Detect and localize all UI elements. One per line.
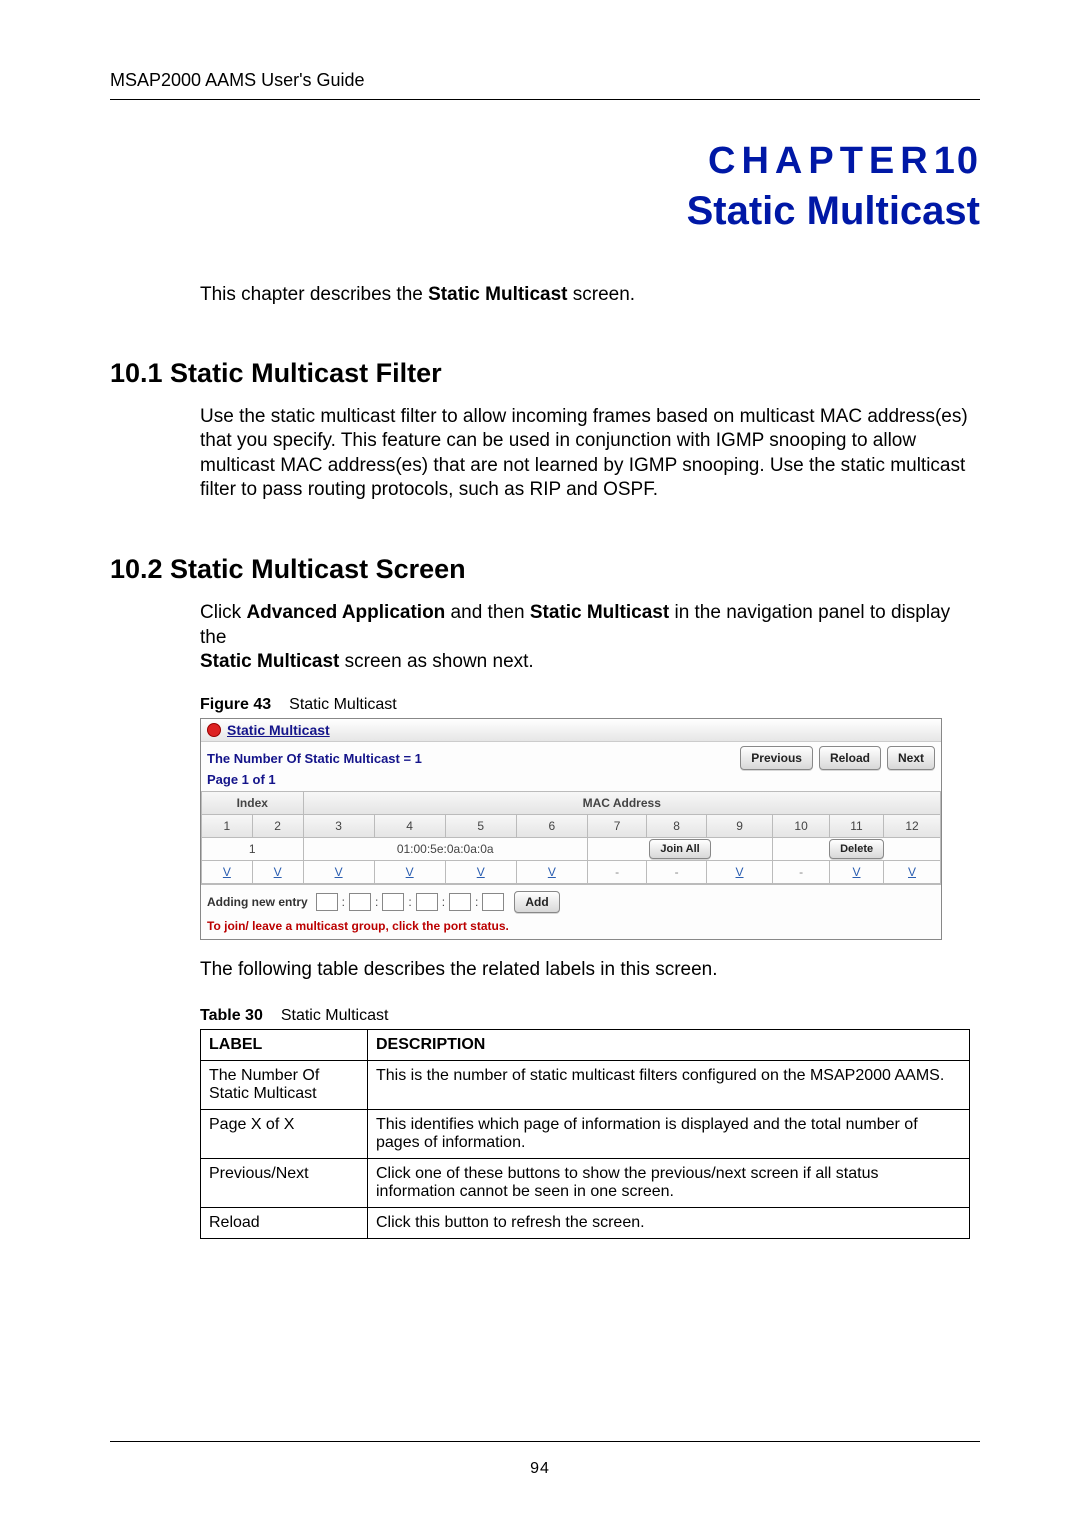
table-caption: Table 30 Static Multicast xyxy=(200,1007,980,1025)
grid-header-mac: MAC Address xyxy=(303,792,940,815)
figure-text: Static Multicast xyxy=(289,696,397,713)
port-12-status[interactable]: V xyxy=(884,861,941,884)
footer-rule xyxy=(110,1441,980,1442)
row-0-label: The Number Of Static Multicast xyxy=(201,1060,368,1109)
delete-button[interactable]: Delete xyxy=(829,839,884,859)
col-5: 5 xyxy=(445,815,516,838)
s2-l2-b: Static Multicast xyxy=(200,651,339,672)
port-3-status[interactable]: V xyxy=(303,861,374,884)
table-row: The Number Of Static Multicast This is t… xyxy=(201,1060,970,1109)
running-head: MSAP2000 AAMS User's Guide xyxy=(110,70,980,100)
reload-button[interactable]: Reload xyxy=(819,746,881,770)
port-11-status[interactable]: V xyxy=(829,861,883,884)
row-2-label: Previous/Next xyxy=(201,1158,368,1207)
row-index: 1 xyxy=(202,838,304,861)
chapter-label: CHAPTER xyxy=(708,140,934,182)
add-entry-label: Adding new entry xyxy=(207,895,308,909)
multicast-count: The Number Of Static Multicast = 1 xyxy=(207,751,422,766)
table-row: Reload Click this button to refresh the … xyxy=(201,1207,970,1238)
port-5-status[interactable]: V xyxy=(445,861,516,884)
chapter-number: 10 xyxy=(934,140,980,182)
s2-l2-post: screen as shown next. xyxy=(339,651,533,672)
figure-label: Figure 43 xyxy=(200,696,271,713)
col-2: 2 xyxy=(252,815,303,838)
mac-octet-5[interactable] xyxy=(449,893,471,911)
grid-header-index: Index xyxy=(202,792,304,815)
previous-button[interactable]: Previous xyxy=(740,746,813,770)
intro-prefix: This chapter describes the xyxy=(200,284,428,305)
s2-l1-b2: Static Multicast xyxy=(530,602,669,623)
port-4-status[interactable]: V xyxy=(374,861,445,884)
add-entry-row: Adding new entry : : : : : Add xyxy=(201,884,941,919)
col-1: 1 xyxy=(202,815,253,838)
port-10-status[interactable]: - xyxy=(773,861,830,884)
port-9-status[interactable]: V xyxy=(706,861,772,884)
figure-titlebar: Static Multicast xyxy=(201,719,941,742)
s2-l1-mid: and then xyxy=(445,602,530,623)
figure-note: To join/ leave a multicast group, click … xyxy=(201,919,941,939)
col-7: 7 xyxy=(587,815,647,838)
chapter-title: Static Multicast xyxy=(110,189,980,234)
row-3-label: Reload xyxy=(201,1207,368,1238)
table-caption-text: Static Multicast xyxy=(281,1007,389,1024)
row-3-desc: Click this button to refresh the screen. xyxy=(368,1207,970,1238)
s2-l1-pre: Click xyxy=(200,602,246,623)
col-9: 9 xyxy=(706,815,772,838)
section-10-1-body: Use the static multicast filter to allow… xyxy=(200,405,980,502)
row-2-desc: Click one of these buttons to show the p… xyxy=(368,1158,970,1207)
table-label: Table 30 xyxy=(200,1007,263,1024)
mac-octet-6[interactable] xyxy=(482,893,504,911)
port-7-status[interactable]: - xyxy=(587,861,647,884)
close-icon[interactable] xyxy=(207,723,221,737)
chapter-block: CHAPTER10 Static Multicast xyxy=(110,140,980,234)
s2-l1-b1: Advanced Application xyxy=(246,602,445,623)
th-desc: DESCRIPTION xyxy=(368,1029,970,1060)
port-6-status[interactable]: V xyxy=(516,861,587,884)
col-11: 11 xyxy=(829,815,883,838)
after-figure-text: The following table describes the relate… xyxy=(200,958,980,982)
section-10-2-heading: 10.2 Static Multicast Screen xyxy=(110,554,980,585)
join-all-cell: Join All xyxy=(587,838,772,861)
row-mac: 01:00:5e:0a:0a:0a xyxy=(303,838,587,861)
port-1-status[interactable]: V xyxy=(202,861,253,884)
table-row: Previous/Next Click one of these buttons… xyxy=(201,1158,970,1207)
row-1-label: Page X of X xyxy=(201,1109,368,1158)
page-number: 94 xyxy=(0,1460,1080,1478)
section-10-1-heading: 10.1 Static Multicast Filter xyxy=(110,358,980,389)
col-8: 8 xyxy=(647,815,707,838)
mac-octet-2[interactable] xyxy=(349,893,371,911)
col-10: 10 xyxy=(773,815,830,838)
col-12: 12 xyxy=(884,815,941,838)
row-0-desc: This is the number of static multicast f… xyxy=(368,1060,970,1109)
table-row: Page X of X This identifies which page o… xyxy=(201,1109,970,1158)
port-2-status[interactable]: V xyxy=(252,861,303,884)
figure-window-title: Static Multicast xyxy=(227,722,330,738)
mac-octet-3[interactable] xyxy=(382,893,404,911)
section-10-2-body: Click Advanced Application and then Stat… xyxy=(200,601,980,674)
page-indicator: Page 1 of 1 xyxy=(201,772,941,791)
col-6: 6 xyxy=(516,815,587,838)
port-8-status[interactable]: - xyxy=(647,861,707,884)
col-4: 4 xyxy=(374,815,445,838)
intro-suffix: screen. xyxy=(568,284,636,305)
mac-octet-1[interactable] xyxy=(316,893,338,911)
next-button[interactable]: Next xyxy=(887,746,935,770)
delete-cell: Delete xyxy=(773,838,941,861)
mac-octet-4[interactable] xyxy=(416,893,438,911)
figure-43: Static Multicast The Number Of Static Mu… xyxy=(200,718,942,940)
figure-caption: Figure 43 Static Multicast xyxy=(200,696,980,714)
table-30: LABEL DESCRIPTION The Number Of Static M… xyxy=(200,1029,970,1239)
intro-bold: Static Multicast xyxy=(428,284,567,305)
multicast-grid: Index MAC Address 1 2 3 4 5 6 7 8 9 10 1… xyxy=(201,791,941,884)
col-3: 3 xyxy=(303,815,374,838)
chapter-intro: This chapter describes the Static Multic… xyxy=(200,284,980,306)
row-1-desc: This identifies which page of informatio… xyxy=(368,1109,970,1158)
add-button[interactable]: Add xyxy=(514,891,559,913)
join-all-button[interactable]: Join All xyxy=(649,839,710,859)
th-label: LABEL xyxy=(201,1029,368,1060)
